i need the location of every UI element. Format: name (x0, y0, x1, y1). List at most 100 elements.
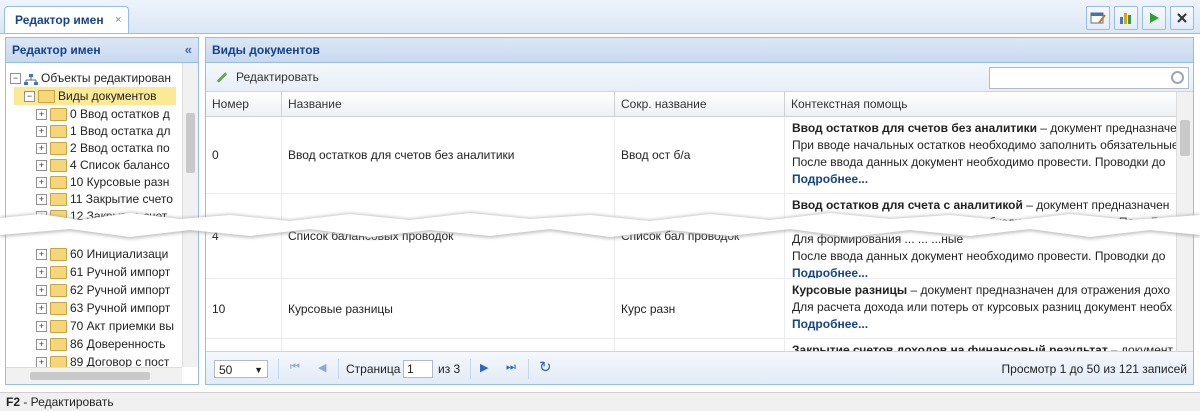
page-number-input[interactable]: 1 (403, 360, 433, 378)
tab-bar: Редактор имен × (0, 0, 1200, 34)
cell-number (206, 339, 282, 351)
more-link[interactable]: Подробнее... (792, 265, 1176, 278)
tree-item[interactable]: +61 Ручной импорт (26, 263, 170, 281)
scroll-thumb[interactable] (30, 372, 150, 380)
expand-node-icon[interactable]: + (36, 194, 47, 206)
table-row[interactable]: 0 Ввод остатков для счетов без аналитики В… (206, 117, 1176, 194)
left-panel-header: Редактор имен « (6, 38, 198, 63)
tree-item-selected[interactable]: − Виды документов (14, 87, 176, 105)
tree-item[interactable]: +10 Курсовые разн (26, 173, 169, 191)
expand-node-icon[interactable]: + (36, 285, 47, 297)
column-header-number[interactable]: Номер (206, 92, 282, 116)
scroll-thumb[interactable] (1180, 120, 1190, 156)
next-page-icon[interactable]: ▶ (480, 361, 488, 374)
column-header-help[interactable]: Контекстная помощь (785, 92, 1176, 116)
folder-icon (50, 176, 67, 190)
expand-node-icon[interactable]: + (36, 357, 47, 367)
help-title: Закрытие счетов доходов на финансовый ре… (792, 343, 1108, 351)
help-line: При вводе начальных остатков необходимо … (792, 138, 1176, 152)
expand-node-icon[interactable]: + (36, 267, 47, 279)
play-icon[interactable] (1142, 6, 1166, 30)
tree-root[interactable]: − Объекты редактирован (10, 69, 171, 87)
pencil-icon (216, 72, 228, 84)
cell-short-name: Ввод ост б/а (615, 117, 785, 193)
more-link[interactable]: Подробнее... (792, 316, 1176, 333)
search-input[interactable] (989, 67, 1189, 89)
prev-page-icon[interactable]: ◀ (318, 361, 326, 374)
tree-item[interactable]: +4 Список балансо (26, 156, 170, 174)
expand-node-icon[interactable]: + (36, 143, 47, 155)
tree-item[interactable]: +63 Ручной импорт (26, 299, 170, 317)
tree-item[interactable]: +12 Закрытие счет (26, 207, 167, 225)
tree-vertical-scrollbar[interactable] (182, 63, 198, 367)
folder-icon (50, 248, 67, 262)
collapse-node-icon[interactable]: − (10, 73, 21, 85)
chart-icon[interactable] (1114, 6, 1138, 30)
table-row[interactable]: 10 Курсовые разницы Курс разн Курсовые разн… (206, 279, 1176, 339)
scroll-thumb[interactable] (186, 113, 195, 173)
right-panel-header: Виды документов (206, 38, 1193, 63)
toolbar-icons (1082, 6, 1194, 30)
tree-item-label: 12 Закрытие счет (70, 209, 168, 223)
column-header-short-name[interactable]: Сокр. название (615, 92, 785, 116)
tab-close-icon[interactable]: × (115, 7, 121, 33)
tree-item[interactable]: +62 Ручной импорт (26, 281, 170, 299)
cell-name: Ввод остатков для счетов без аналитики (282, 117, 615, 193)
folder-icon (50, 320, 67, 334)
expand-node-icon[interactable]: + (36, 109, 47, 121)
cell-name: Курсовые разницы (282, 279, 615, 338)
tree-item[interactable]: +2 Ввод остатка по (26, 139, 170, 157)
expand-node-icon[interactable]: + (36, 211, 47, 223)
tree-item[interactable]: +70 Акт приемки вы (26, 317, 174, 335)
last-page-icon[interactable]: ⏭ (506, 361, 516, 374)
tree-horizontal-scrollbar[interactable] (6, 367, 182, 384)
tree-item[interactable]: +11 Закрытие счето (26, 190, 173, 208)
collapse-node-icon[interactable]: − (24, 91, 35, 103)
help-line: После ввода данных документ необходимо п… (792, 155, 1166, 169)
cell-help: Ввод остатков для счетов без аналитики –… (785, 117, 1176, 193)
table-row[interactable]: Закрытие счетов доходов на финансовый ре… (206, 339, 1176, 351)
report-edit-icon[interactable] (1086, 6, 1110, 30)
expand-node-icon[interactable]: + (36, 249, 47, 261)
tree-item[interactable]: +1 Ввод остатка дл (26, 122, 170, 140)
pager-separator (470, 359, 471, 379)
table-row[interactable]: 4 Список балансовых проводок Список бал пр… (206, 194, 1176, 279)
cell-short-name: Курс разн (615, 279, 785, 338)
tab-name-editor[interactable]: Редактор имен × (4, 6, 129, 33)
folder-icon (50, 266, 67, 280)
grid-body: 0 Ввод остатков для счетов без аналитики В… (206, 117, 1176, 351)
grid-vertical-scrollbar[interactable] (1176, 92, 1193, 351)
edit-button[interactable]: Редактировать (216, 68, 319, 86)
tree-item[interactable]: +0 Ввод остатков д (26, 105, 170, 123)
expand-node-icon[interactable]: + (36, 160, 47, 172)
tree-item[interactable]: +60 Инициализаци (26, 245, 168, 263)
folder-icon (50, 159, 67, 173)
close-icon[interactable] (1170, 6, 1194, 30)
tree-root-label: Объекты редактирован (41, 71, 172, 85)
cell-help: Курсовые разницы – документ предназначен… (785, 279, 1176, 338)
more-link[interactable]: Подробнее... (792, 171, 1176, 188)
tree-item-label: 1 Ввод остатка дл (70, 124, 171, 138)
help-title: Ввод остатков для счетов без аналитики (792, 121, 1037, 135)
expand-node-icon[interactable]: + (36, 126, 47, 138)
grid-header: Номер Название Сокр. название Контекстна… (206, 92, 1176, 117)
page-size-value: 50 (219, 363, 233, 377)
first-page-icon[interactable]: ⏮ (290, 361, 300, 374)
help-text: – документ предназначен для отражения до… (907, 283, 1171, 297)
collapse-icon[interactable]: « (185, 38, 192, 62)
pager-separator (528, 359, 529, 379)
help-text: – документ предназначен (1036, 121, 1176, 135)
tree-item[interactable]: +89 Договор с пост (26, 353, 169, 367)
expand-node-icon[interactable]: + (36, 303, 47, 315)
refresh-icon[interactable]: ↻ (539, 358, 552, 376)
edit-button-label: Редактировать (236, 70, 319, 84)
pager: 50 ▼ ⏮ ◀ Страница 1 из 3 ▶ ⏭ ↻ Просмотр 1… (206, 351, 1193, 384)
expand-node-icon[interactable]: + (36, 321, 47, 333)
column-header-name[interactable]: Название (282, 92, 615, 116)
expand-node-icon[interactable]: + (36, 339, 47, 351)
cell-number: 0 (206, 117, 282, 193)
tree-item[interactable]: +86 Доверенность (26, 335, 166, 353)
expand-node-icon[interactable]: + (36, 177, 47, 189)
folder-icon (50, 108, 67, 122)
page-size-select[interactable]: 50 ▼ (214, 360, 268, 378)
